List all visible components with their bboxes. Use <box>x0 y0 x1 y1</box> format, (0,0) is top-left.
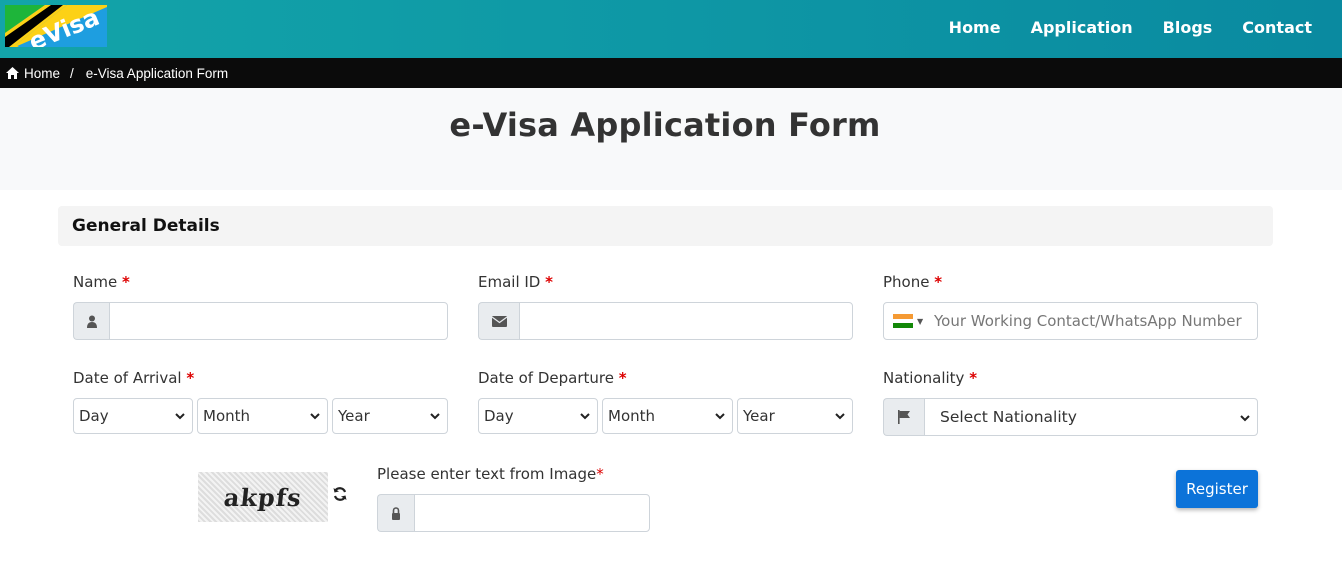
email-label-text: Email ID <box>478 273 541 291</box>
captcha-field[interactable] <box>414 494 650 532</box>
departure-month-select[interactable]: Month <box>602 398 733 434</box>
departure-day-value: Day <box>484 407 514 425</box>
arrival-day-select[interactable]: Day <box>73 398 193 434</box>
required-mark: * <box>618 369 627 387</box>
register-button[interactable]: Register <box>1176 470 1258 508</box>
page-title: e-Visa Application Form <box>449 106 881 144</box>
captcha-label-text: Please enter text from Image <box>377 465 597 483</box>
nav-home[interactable]: Home <box>949 18 1001 37</box>
phone-label: Phone * <box>883 273 942 291</box>
nav-contact[interactable]: Contact <box>1242 18 1312 37</box>
chevron-down-icon <box>580 413 590 420</box>
arrival-year-value: Year <box>338 407 370 425</box>
chevron-down-icon <box>835 413 845 420</box>
nationality-label: Nationality * <box>883 369 977 387</box>
email-label: Email ID * <box>478 273 553 291</box>
breadcrumb-separator: / <box>70 65 74 81</box>
captcha-text: akpfs <box>222 482 304 512</box>
chevron-down-icon <box>175 413 185 420</box>
captcha-label: Please enter text from Image* <box>377 465 604 483</box>
name-field[interactable] <box>109 302 448 340</box>
evisa-logo[interactable]: eVisa <box>5 5 107 47</box>
nationality-label-text: Nationality <box>883 369 965 387</box>
departure-month-value: Month <box>608 407 656 425</box>
nav-blogs[interactable]: Blogs <box>1163 18 1213 37</box>
arrival-label: Date of Arrival * <box>73 369 194 387</box>
departure-label: Date of Departure * <box>478 369 627 387</box>
required-mark: * <box>186 369 195 387</box>
captcha-input-group <box>377 494 650 532</box>
breadcrumb-current: e-Visa Application Form <box>85 65 229 81</box>
nationality-select[interactable]: Select Nationality <box>924 398 1258 436</box>
main-nav: Home Application Blogs Contact <box>949 0 1312 54</box>
user-icon <box>73 302 109 340</box>
arrival-month-value: Month <box>203 407 251 425</box>
email-field[interactable] <box>519 302 853 340</box>
required-mark: * <box>596 465 604 483</box>
phone-input-group: ▼ <box>883 302 1258 340</box>
name-input-group <box>73 302 448 340</box>
caret-down-icon: ▼ <box>917 316 924 326</box>
title-band: e-Visa Application Form <box>0 88 1342 190</box>
departure-year-value: Year <box>743 407 775 425</box>
nationality-input-group: Select Nationality <box>883 398 1258 436</box>
india-flag-icon <box>893 314 913 329</box>
phone-field[interactable] <box>934 303 1257 339</box>
section-header-general-details: General Details <box>58 206 1273 246</box>
envelope-icon <box>478 302 519 340</box>
required-mark: * <box>545 273 553 291</box>
phone-label-text: Phone <box>883 273 930 291</box>
breadcrumb-home[interactable]: Home <box>6 66 60 81</box>
required-mark: * <box>969 369 978 387</box>
chevron-down-icon <box>1240 415 1250 422</box>
breadcrumb: Home / e-Visa Application Form <box>0 58 1342 88</box>
arrival-label-text: Date of Arrival <box>73 369 182 387</box>
refresh-icon[interactable] <box>332 486 348 502</box>
chevron-down-icon <box>310 413 320 420</box>
email-input-group <box>478 302 853 340</box>
captcha-image: akpfs <box>198 472 328 522</box>
home-icon <box>6 67 19 79</box>
country-code-selector[interactable]: ▼ <box>884 314 934 329</box>
chevron-down-icon <box>715 413 725 420</box>
top-navbar: eVisa Home Application Blogs Contact <box>0 0 1342 58</box>
nav-application[interactable]: Application <box>1031 18 1133 37</box>
breadcrumb-home-label: Home <box>24 65 61 81</box>
departure-year-select[interactable]: Year <box>737 398 853 434</box>
chevron-down-icon <box>430 413 440 420</box>
nationality-value: Select Nationality <box>940 408 1077 426</box>
lock-icon <box>377 494 414 532</box>
departure-label-text: Date of Departure <box>478 369 614 387</box>
name-label: Name * <box>73 273 130 291</box>
departure-day-select[interactable]: Day <box>478 398 598 434</box>
flag-icon <box>883 398 924 436</box>
arrival-year-select[interactable]: Year <box>332 398 448 434</box>
arrival-month-select[interactable]: Month <box>197 398 328 434</box>
name-label-text: Name <box>73 273 118 291</box>
required-mark: * <box>934 273 943 291</box>
required-mark: * <box>122 273 130 291</box>
arrival-day-value: Day <box>79 407 109 425</box>
